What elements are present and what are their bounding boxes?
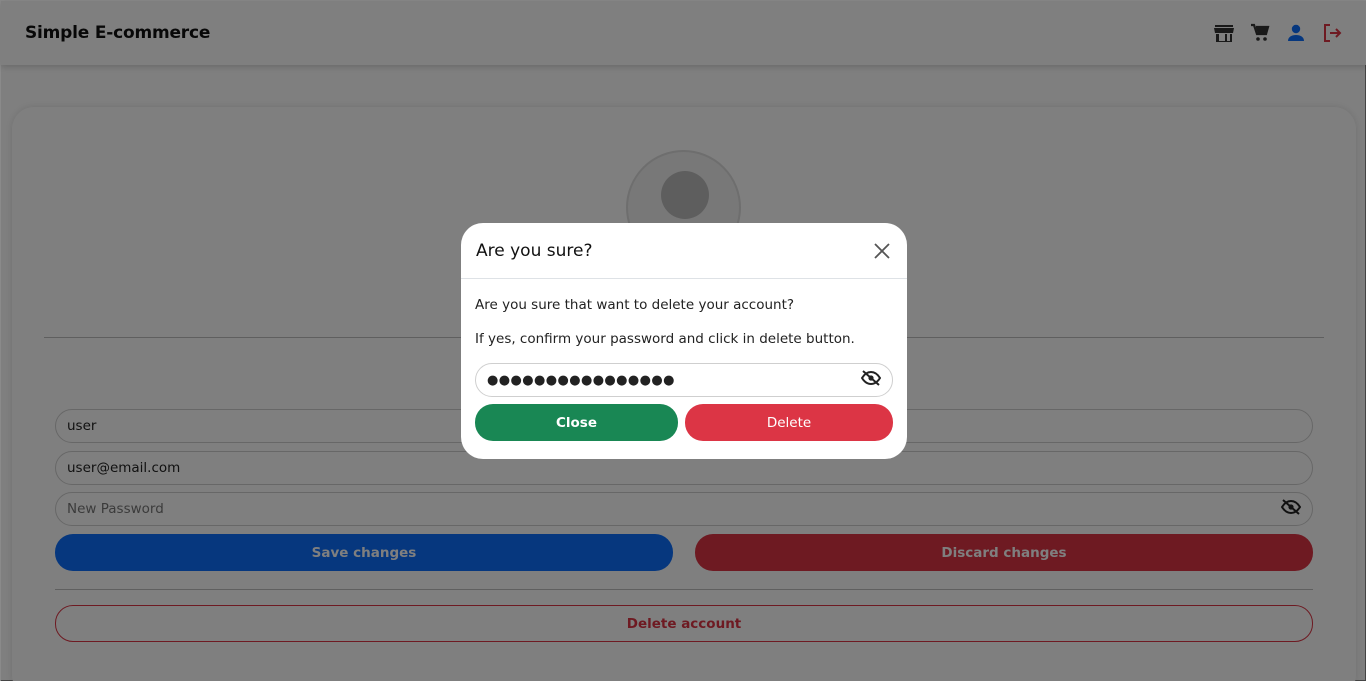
app-window: Simple E-commerce user user@email.com Ne… <box>0 0 1366 681</box>
modal-header: Are you sure? <box>461 223 907 279</box>
password-masked-value: ●●●●●●●●●●●●●●●● <box>487 372 675 388</box>
modal-title: Are you sure? <box>476 240 593 261</box>
confirm-password-field[interactable]: ●●●●●●●●●●●●●●●● <box>475 363 893 397</box>
delete-button[interactable]: Delete <box>685 404 893 441</box>
modal-actions: Close Delete <box>475 404 893 441</box>
eye-slash-icon[interactable] <box>860 370 882 390</box>
close-button[interactable]: Close <box>475 404 678 441</box>
modal-body: Are you sure that want to delete your ac… <box>461 279 907 441</box>
confirm-delete-modal: Are you sure? Are you sure that want to … <box>461 223 907 459</box>
modal-message-instructions: If yes, confirm your password and click … <box>475 330 855 347</box>
modal-message-confirm: Are you sure that want to delete your ac… <box>475 297 795 313</box>
close-icon[interactable] <box>871 240 893 262</box>
